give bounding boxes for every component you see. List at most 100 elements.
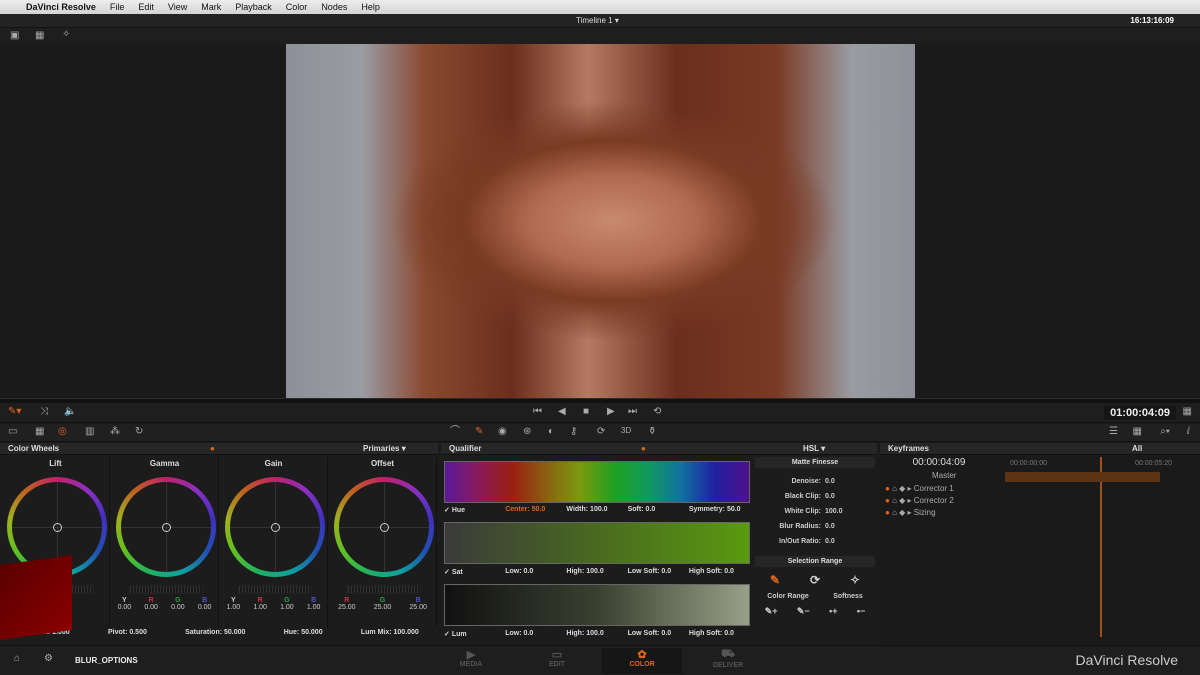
master-wheel[interactable] bbox=[129, 585, 203, 594]
camera-raw-icon[interactable]: ▭ bbox=[8, 427, 17, 437]
lum-low[interactable]: Low: 0.0 bbox=[505, 630, 566, 638]
hue-soft[interactable]: Soft: 0.0 bbox=[628, 506, 689, 514]
channel-value[interactable]: 1.00 bbox=[227, 604, 241, 611]
color-wheels-icon[interactable]: ◎ bbox=[58, 427, 67, 437]
go-to-start-icon[interactable]: ⏮ bbox=[533, 407, 542, 417]
volume-icon[interactable]: 🔈 bbox=[64, 407, 76, 417]
motion-icon[interactable]: ⁂ bbox=[110, 427, 120, 437]
hue-bar[interactable] bbox=[444, 461, 750, 503]
pivot-param[interactable]: Pivot: 0.500 bbox=[108, 629, 147, 641]
denoise-value[interactable]: 0.0 bbox=[825, 478, 835, 485]
hue-width[interactable]: Width: 100.0 bbox=[566, 506, 627, 514]
wheel-handle[interactable] bbox=[162, 523, 171, 532]
color-wheel[interactable] bbox=[116, 477, 216, 577]
stereo-3d-icon[interactable]: 3D bbox=[621, 427, 631, 435]
magic-wand-icon[interactable]: ✧ bbox=[62, 30, 70, 40]
play-icon[interactable]: ▶ bbox=[607, 407, 615, 417]
channel-value[interactable]: 25.00 bbox=[338, 604, 356, 611]
tab-deliver[interactable]: ⛟ DELIVER bbox=[688, 648, 768, 674]
menu-color[interactable]: Color bbox=[286, 2, 308, 12]
home-icon[interactable]: ⌂ bbox=[14, 654, 20, 664]
key-icon[interactable]: ⚷ bbox=[570, 427, 577, 437]
black-clip-value[interactable]: 0.0 bbox=[825, 493, 835, 500]
channel-value[interactable]: 0.00 bbox=[144, 604, 158, 611]
blur-icon[interactable]: ◐ bbox=[548, 427, 554, 437]
magic-wand-icon[interactable]: ✧ bbox=[850, 573, 860, 587]
menu-mark[interactable]: Mark bbox=[201, 2, 221, 12]
menu-nodes[interactable]: Nodes bbox=[321, 2, 347, 12]
shuffle-icon[interactable]: ⤨ bbox=[40, 407, 48, 417]
tab-media[interactable]: ▶ MEDIA bbox=[431, 648, 511, 674]
menu-playback[interactable]: Playback bbox=[235, 2, 272, 12]
saturation-param[interactable]: Saturation: 50.000 bbox=[185, 629, 245, 641]
color-match-icon[interactable]: ▦ bbox=[35, 427, 44, 437]
blur-radius-value[interactable]: 0.0 bbox=[825, 523, 835, 530]
sat-low[interactable]: Low: 0.0 bbox=[505, 568, 566, 576]
wheel-handle[interactable] bbox=[271, 523, 280, 532]
grid-icon[interactable]: ▦ bbox=[1183, 407, 1192, 417]
mode-selector[interactable]: HSL ▾ bbox=[803, 443, 825, 455]
cursor-picker-icon[interactable]: ⟳ bbox=[810, 573, 820, 587]
stop-icon[interactable]: ■ bbox=[583, 407, 589, 417]
grid-menu-icon[interactable]: ▦ bbox=[1133, 427, 1142, 437]
lum-bar[interactable] bbox=[444, 584, 750, 626]
color-range-subtract-icon[interactable]: ✎− bbox=[797, 606, 810, 617]
loop-icon[interactable]: ⟲ bbox=[653, 407, 661, 417]
track-corrector-1[interactable]: ● ⌂ ◆ ▸ Corrector 1 bbox=[880, 484, 1200, 496]
reset-icon[interactable]: ↻ bbox=[135, 427, 143, 437]
channel-value[interactable]: 1.00 bbox=[280, 604, 294, 611]
curves-icon[interactable]: ⌒ bbox=[450, 427, 460, 437]
menu-file[interactable]: File bbox=[110, 2, 125, 12]
eyedropper-icon[interactable]: ✎▾ bbox=[8, 407, 21, 417]
menu-help[interactable]: Help bbox=[361, 2, 380, 12]
app-name[interactable]: DaVinci Resolve bbox=[26, 2, 96, 12]
channel-value[interactable]: 25.00 bbox=[409, 604, 427, 611]
qualifier-icon[interactable]: ✎ bbox=[475, 427, 483, 437]
softness-add-icon[interactable]: •+ bbox=[829, 606, 837, 617]
lum-mix-param[interactable]: Lum Mix: 100.000 bbox=[361, 629, 419, 641]
channel-value[interactable]: 0.00 bbox=[118, 604, 132, 611]
color-range-add-icon[interactable]: ✎+ bbox=[765, 606, 778, 617]
sat-high[interactable]: High: 100.0 bbox=[566, 568, 627, 576]
track-master[interactable]: Master bbox=[880, 471, 1200, 483]
channel-value[interactable]: 0.00 bbox=[198, 604, 212, 611]
options-icon[interactable]: ☰ bbox=[1109, 427, 1118, 437]
channel-value[interactable]: 1.00 bbox=[253, 604, 267, 611]
tab-color[interactable]: ✿ COLOR bbox=[602, 648, 682, 674]
split-view-icon[interactable]: ▣ bbox=[10, 31, 19, 41]
in-out-ratio-value[interactable]: 0.0 bbox=[825, 538, 835, 545]
stills-icon[interactable]: ⚱ bbox=[648, 427, 656, 437]
mode-selector[interactable]: Primaries ▾ bbox=[363, 443, 406, 455]
lum-checkbox[interactable]: ✓ Lum bbox=[444, 630, 505, 638]
hue-checkbox[interactable]: ✓ Hue bbox=[444, 506, 505, 514]
track-corrector-2[interactable]: ● ⌂ ◆ ▸ Corrector 2 bbox=[880, 496, 1200, 508]
settings-icon[interactable]: ⚙ bbox=[44, 654, 53, 664]
step-back-icon[interactable]: ◀ bbox=[558, 407, 566, 417]
softness-subtract-icon[interactable]: •− bbox=[857, 606, 865, 617]
hue-symmetry[interactable]: Symmetry: 50.0 bbox=[689, 506, 750, 514]
sat-low-soft[interactable]: Low Soft: 0.0 bbox=[628, 568, 689, 576]
grid-view-icon[interactable]: ▦ bbox=[35, 31, 44, 41]
channel-value[interactable]: 25.00 bbox=[374, 604, 392, 611]
hue-center[interactable]: Center: 50.0 bbox=[505, 506, 566, 514]
picker-icon[interactable]: ✎ bbox=[770, 573, 780, 587]
lum-high[interactable]: High: 100.0 bbox=[566, 630, 627, 638]
white-clip-value[interactable]: 100.0 bbox=[825, 508, 843, 515]
zoom-icon[interactable]: ⌕▾ bbox=[1160, 427, 1170, 437]
color-wheel[interactable] bbox=[334, 477, 434, 577]
lum-high-soft[interactable]: High Soft: 0.0 bbox=[689, 630, 750, 638]
window-icon[interactable]: ◉ bbox=[498, 427, 507, 437]
sat-checkbox[interactable]: ✓ Sat bbox=[444, 568, 505, 576]
lum-low-soft[interactable]: Low Soft: 0.0 bbox=[628, 630, 689, 638]
color-wheel[interactable] bbox=[225, 477, 325, 577]
timeline-selector[interactable]: Timeline 1 ▾ bbox=[576, 16, 619, 25]
master-wheel[interactable] bbox=[347, 585, 421, 594]
track-sizing[interactable]: ● ⌂ ◆ ▸ Sizing bbox=[880, 508, 1200, 520]
menu-view[interactable]: View bbox=[168, 2, 187, 12]
sat-bar[interactable] bbox=[444, 522, 750, 564]
rgb-mixer-icon[interactable]: ▥ bbox=[85, 427, 94, 437]
wheel-handle[interactable] bbox=[53, 523, 62, 532]
channel-value[interactable]: 0.00 bbox=[171, 604, 185, 611]
info-icon[interactable]: ⅈ bbox=[1186, 427, 1190, 437]
sat-high-soft[interactable]: High Soft: 0.0 bbox=[689, 568, 750, 576]
